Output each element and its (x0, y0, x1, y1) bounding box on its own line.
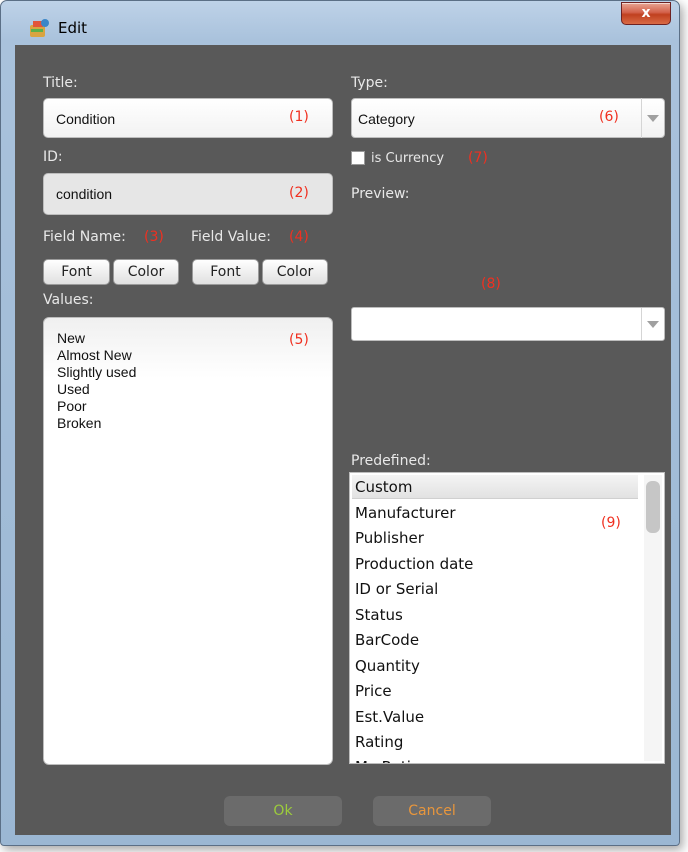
annotation-4: (4) (289, 229, 309, 245)
predefined-item[interactable]: Rating (352, 730, 638, 754)
predefined-item[interactable]: Est.Value (352, 705, 638, 729)
annotation-2: (2) (289, 185, 309, 201)
predefined-item[interactable]: Quantity (352, 654, 638, 678)
type-select-arrow[interactable] (640, 98, 664, 138)
type-label: Type: (351, 75, 388, 91)
field-value-color-button[interactable]: Color (262, 259, 328, 285)
is-currency-label: is Currency (371, 151, 445, 166)
field-name-font-button[interactable]: Font (43, 259, 110, 285)
close-icon: x (641, 5, 651, 21)
values-line: Almost New (57, 347, 132, 363)
id-input-value: condition (56, 186, 113, 202)
ok-button[interactable]: Ok (224, 796, 342, 826)
predefined-item-custom[interactable]: Custom (352, 475, 638, 499)
predefined-scrollbar[interactable] (644, 475, 662, 761)
values-label: Values: (43, 292, 94, 308)
field-value-label: Field Value: (191, 229, 271, 245)
edit-dialog: Edit x Title: Condition (1) ID: conditio… (0, 0, 680, 846)
type-select-value: Category (358, 111, 415, 127)
cancel-button[interactable]: Cancel (373, 796, 491, 826)
values-textarea[interactable]: New Almost New Slightly used Used Poor B… (43, 317, 333, 765)
annotation-6: (6) (599, 109, 619, 125)
predefined-item[interactable]: Status (352, 603, 638, 627)
predefined-item[interactable]: Manufacturer (352, 501, 638, 525)
values-line: Used (57, 381, 90, 397)
window-title: Edit (58, 19, 88, 37)
dialog-body: Title: Condition (1) ID: condition (2) F… (15, 45, 671, 835)
predefined-item[interactable]: ID or Serial (352, 577, 638, 601)
predefined-item[interactable]: My Rating (352, 755, 638, 763)
values-line: Slightly used (57, 364, 137, 380)
values-line: Broken (57, 415, 102, 431)
field-name-color-button[interactable]: Color (113, 259, 179, 285)
field-name-label: Field Name: (43, 229, 126, 245)
predefined-item[interactable]: Price (352, 679, 638, 703)
chevron-down-icon (641, 308, 664, 340)
values-line: Poor (57, 398, 87, 414)
annotation-7: (7) (468, 150, 488, 166)
title-bar: Edit x (1, 1, 679, 45)
preview-label: Preview: (351, 186, 410, 202)
preview-select[interactable] (351, 307, 665, 341)
chevron-down-icon (641, 98, 664, 138)
values-line: New (57, 330, 86, 346)
title-input-value: Condition (56, 111, 116, 127)
id-label: ID: (43, 149, 63, 165)
predefined-item[interactable]: Publisher (352, 526, 638, 550)
scrollbar-thumb[interactable] (646, 481, 660, 533)
annotation-9: (9) (601, 515, 621, 531)
predefined-label: Predefined: (351, 453, 431, 469)
annotation-3: (3) (144, 229, 164, 245)
annotation-8: (8) (481, 276, 501, 292)
predefined-item[interactable]: Production date (352, 552, 638, 576)
annotation-1: (1) (289, 109, 309, 125)
field-value-font-button[interactable]: Font (192, 259, 259, 285)
app-icon (30, 19, 49, 37)
is-currency-checkbox[interactable] (351, 151, 365, 165)
close-button[interactable]: x (621, 2, 671, 25)
annotation-5: (5) (289, 332, 309, 348)
predefined-item[interactable]: BarCode (352, 628, 638, 652)
title-label: Title: (43, 75, 78, 91)
